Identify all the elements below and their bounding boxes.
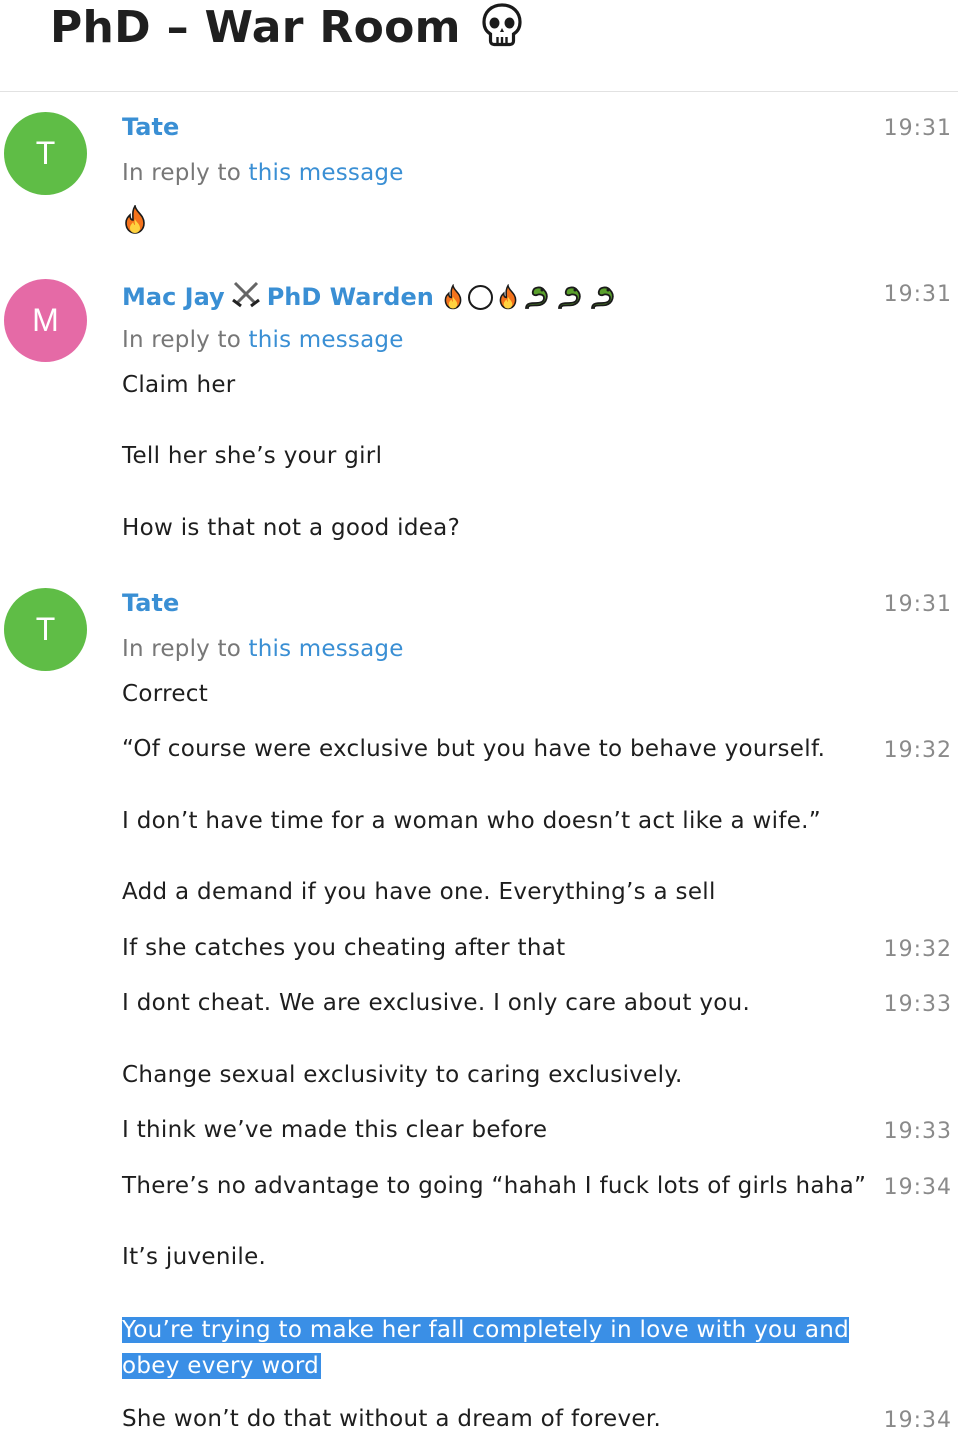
message-time: 19:31 (883, 592, 952, 617)
reply-link[interactable]: this message (249, 160, 404, 186)
skull-icon (482, 3, 522, 47)
sender-name[interactable]: Mac Jay PhD Warden (122, 280, 618, 314)
reply-link[interactable]: this message (249, 327, 404, 353)
message-text: “Of course were exclusive but you have t… (122, 736, 826, 762)
message-time: 19:34 (883, 1408, 952, 1433)
reply-prefix: In reply to (122, 327, 241, 353)
fire-emoji-icon (499, 283, 517, 309)
sender-name-text[interactable]: Tate (122, 113, 179, 141)
reply-prefix: In reply to (122, 636, 241, 662)
chat-title-text: PhD – War Room (50, 2, 461, 53)
sender-name[interactable]: Tate (122, 113, 179, 141)
message-text: Claim her (122, 372, 236, 398)
message-text: It’s juvenile. (122, 1244, 267, 1270)
reply-prefix: In reply to (122, 160, 241, 186)
message-text: I dont cheat. We are exclusive. I only c… (122, 990, 751, 1016)
message-text: Add a demand if you have one. Everything… (122, 879, 716, 905)
message-time: 19:34 (883, 1175, 952, 1200)
selected-message-text: You’re trying to make her fall completel… (122, 1312, 912, 1384)
fire-emoji-icon (125, 205, 145, 234)
selected-text: You’re trying to make her fall completel… (122, 1317, 850, 1379)
reply-header: In reply to this message (122, 636, 404, 662)
sender-name-text[interactable]: Tate (122, 589, 179, 617)
message-text: She won’t do that without a dream of for… (122, 1406, 662, 1432)
crossed-swords-icon (231, 280, 261, 314)
message-time: 19:32 (883, 937, 952, 962)
sender-title[interactable]: PhD Warden (267, 283, 434, 311)
message-text: Change sexual exclusivity to caring excl… (122, 1062, 683, 1088)
message-text: I think we’ve made this clear before (122, 1117, 548, 1143)
reply-header: In reply to this message (122, 327, 404, 353)
snake-icon (524, 286, 548, 309)
reply-link[interactable]: this message (249, 636, 404, 662)
sender-name-text[interactable]: Mac Jay (122, 283, 225, 311)
chat-title: PhD – War Room (50, 2, 525, 53)
avatar[interactable]: M (4, 279, 87, 362)
message-time: 19:31 (883, 116, 952, 141)
snake-icon (557, 286, 581, 309)
sender-name[interactable]: Tate (122, 589, 179, 617)
emoji-badges (442, 283, 618, 311)
message-text: Tell her she’s your girl (122, 443, 383, 469)
message-time: 19:33 (883, 1119, 952, 1144)
message-text: I don’t have time for a woman who doesn’… (122, 808, 821, 834)
message-text: If she catches you cheating after that (122, 935, 566, 961)
message-text: Correct (122, 681, 209, 707)
reply-header: In reply to this message (122, 160, 404, 186)
message-text: How is that not a good idea? (122, 515, 461, 541)
fire-emoji-icon (444, 283, 462, 309)
chat-header: PhD – War Room (0, 0, 958, 92)
message-time: 19:32 (883, 738, 952, 763)
message-time: 19:31 (883, 282, 952, 307)
message-text: There’s no advantage to going “hahah I f… (122, 1173, 867, 1199)
white-circle-icon (467, 284, 493, 310)
avatar[interactable]: T (4, 588, 87, 671)
message-time: 19:33 (883, 992, 952, 1017)
avatar[interactable]: T (4, 112, 87, 195)
snake-icon (590, 286, 614, 309)
